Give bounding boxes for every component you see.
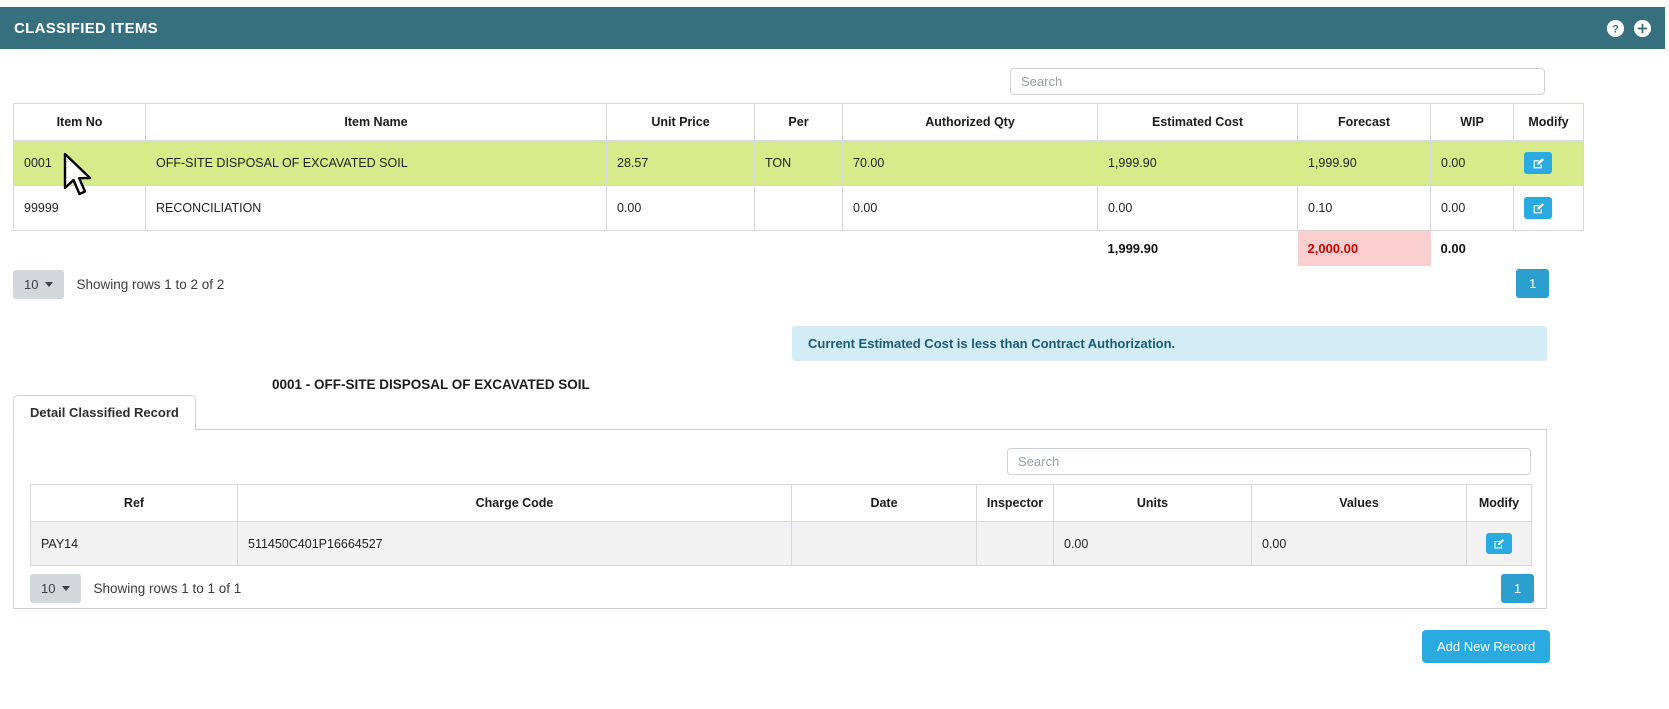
cell-unit-price: 0.00 — [606, 185, 755, 231]
cell-forecast: 0.10 — [1297, 185, 1431, 231]
column-header-modify: Modify — [1513, 103, 1584, 141]
column-header-estimated-cost[interactable]: Estimated Cost — [1097, 103, 1298, 141]
cell-modify — [1513, 140, 1584, 186]
totals-estimated-cost: 1,999.90 — [1107, 241, 1159, 256]
cell-units: 0.00 — [1053, 521, 1252, 566]
detail-records-table-container: Ref Charge Code Date Inspector Units Val… — [30, 484, 1532, 566]
cell-forecast: 1,999.90 — [1297, 140, 1431, 186]
column-header-ref[interactable]: Ref — [30, 484, 238, 522]
tab-detail-classified-record[interactable]: Detail Classified Record — [13, 395, 196, 430]
plus-circle-icon[interactable] — [1634, 19, 1651, 37]
column-header-inspector[interactable]: Inspector — [976, 484, 1054, 522]
column-header-item-name[interactable]: Item Name — [145, 103, 607, 141]
edit-square-icon — [1533, 202, 1544, 213]
chevron-down-icon — [62, 586, 71, 591]
detail-table-row[interactable]: PAY14 511450C401P16664527 0.00 0.00 — [30, 521, 1532, 566]
totals-spacer-2 — [146, 231, 607, 267]
column-header-authorized-qty[interactable]: Authorized Qty — [842, 103, 1098, 141]
cell-values: 0.00 — [1251, 521, 1467, 566]
cell-wip: 0.00 — [1430, 140, 1514, 186]
column-header-charge-code[interactable]: Charge Code — [237, 484, 792, 522]
page-title: CLASSIFIED ITEMS — [14, 19, 158, 37]
cell-unit-price: 28.57 — [606, 140, 755, 186]
edit-square-icon-button[interactable] — [1524, 152, 1552, 174]
classified-items-table-container: Item No Item Name Unit Price Per Authori… — [13, 103, 1584, 266]
svg-text:?: ? — [1612, 23, 1619, 35]
header-actions: ? — [1607, 19, 1651, 37]
edit-square-icon — [1533, 157, 1544, 168]
table-totals-row: 1,999.90 2,000.00 0.00 — [14, 230, 1584, 267]
cell-modify — [1513, 185, 1584, 231]
detail-section-title: 0001 - OFF-SITE DISPOSAL OF EXCAVATED SO… — [272, 377, 590, 392]
search-input[interactable] — [1010, 68, 1545, 95]
detail-page-size-value: 10 — [41, 581, 56, 596]
cell-wip: 0.00 — [1430, 185, 1514, 231]
help-circle-icon[interactable]: ? — [1607, 19, 1624, 37]
page-size-value: 10 — [24, 277, 39, 292]
edit-square-icon-button[interactable] — [1486, 533, 1512, 554]
totals-wip: 0.00 — [1440, 241, 1466, 256]
cell-item-name: RECONCILIATION — [145, 185, 607, 231]
tab-bar: Detail Classified Record — [13, 395, 1547, 430]
column-header-modify: Modify — [1466, 484, 1532, 522]
totals-spacer-5 — [843, 231, 1098, 267]
column-header-item-no[interactable]: Item No — [13, 103, 146, 141]
cell-authorized-qty: 0.00 — [842, 185, 1098, 231]
detail-search-input[interactable] — [1007, 448, 1531, 475]
column-header-values[interactable]: Values — [1251, 484, 1467, 522]
totals-spacer-1 — [14, 231, 146, 267]
totals-forecast: 2,000.00 — [1297, 230, 1431, 266]
info-alert: Current Estimated Cost is less than Cont… — [792, 326, 1547, 361]
totals-spacer-6 — [1514, 231, 1584, 267]
cell-item-name: OFF-SITE DISPOSAL OF EXCAVATED SOIL — [145, 140, 607, 186]
cell-modify — [1466, 521, 1532, 566]
cell-charge-code: 511450C401P16664527 — [237, 521, 792, 566]
column-header-date[interactable]: Date — [791, 484, 977, 522]
pagination-page-1[interactable]: 1 — [1516, 269, 1550, 298]
detail-page-size-select[interactable]: 10 — [30, 574, 82, 603]
detail-records-table: Ref Charge Code Date Inspector Units Val… — [30, 484, 1532, 566]
cell-per: TON — [754, 140, 843, 186]
edit-square-icon — [1494, 538, 1504, 548]
detail-showing-rows-label: Showing rows 1 to 1 of 1 — [93, 581, 242, 596]
page-header: CLASSIFIED ITEMS ? — [0, 7, 1665, 49]
cell-item-no: 0001 — [13, 140, 146, 186]
column-header-units[interactable]: Units — [1053, 484, 1252, 522]
detail-pager: 10 Showing rows 1 to 1 of 1 — [30, 574, 241, 603]
column-header-forecast[interactable]: Forecast — [1297, 103, 1431, 141]
totals-spacer-4 — [755, 231, 843, 267]
column-header-unit-price[interactable]: Unit Price — [606, 103, 755, 141]
cell-item-no: 99999 — [13, 185, 146, 231]
edit-square-icon-button[interactable] — [1524, 197, 1552, 219]
main-pager: 10 Showing rows 1 to 2 of 2 — [13, 270, 224, 299]
cell-estimated-cost: 1,999.90 — [1097, 140, 1298, 186]
info-alert-text: Current Estimated Cost is less than Cont… — [808, 336, 1176, 351]
cell-date — [791, 521, 977, 566]
app-page: CLASSIFIED ITEMS ? Search Item No Item N… — [0, 0, 1669, 709]
page-size-select[interactable]: 10 — [13, 270, 65, 299]
column-header-per[interactable]: Per — [754, 103, 843, 141]
cell-inspector — [976, 521, 1054, 566]
classified-items-table: Item No Item Name Unit Price Per Authori… — [13, 103, 1584, 266]
cell-authorized-qty: 70.00 — [842, 140, 1098, 186]
showing-rows-label: Showing rows 1 to 2 of 2 — [76, 277, 225, 292]
cell-per — [754, 185, 843, 231]
table-row[interactable]: 99999 RECONCILIATION 0.00 0.00 0.00 0.10… — [13, 185, 1584, 231]
add-new-record-button[interactable]: Add New Record — [1422, 630, 1551, 663]
cell-ref: PAY14 — [30, 521, 238, 566]
column-header-wip[interactable]: WIP — [1430, 103, 1514, 141]
chevron-down-icon — [45, 282, 54, 287]
detail-pagination-page-1[interactable]: 1 — [1501, 574, 1535, 603]
table-row[interactable]: 0001 OFF-SITE DISPOSAL OF EXCAVATED SOIL… — [13, 140, 1584, 186]
totals-spacer-3 — [607, 231, 755, 267]
table-header-row: Item No Item Name Unit Price Per Authori… — [13, 103, 1584, 141]
detail-table-header-row: Ref Charge Code Date Inspector Units Val… — [30, 484, 1532, 522]
cell-estimated-cost: 0.00 — [1097, 185, 1298, 231]
